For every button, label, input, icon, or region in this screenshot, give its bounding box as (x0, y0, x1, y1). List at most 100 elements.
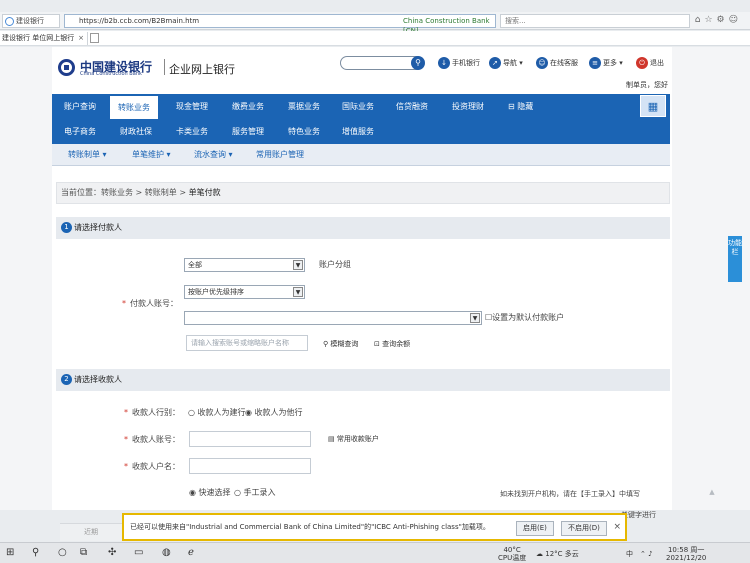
ie-icon (5, 17, 14, 26)
edge-icon[interactable]: ◍ (162, 547, 171, 558)
quick-navigation[interactable]: ➚ 导航 ▾ (489, 57, 523, 69)
nav-hide[interactable]: ⊟ 隐藏 (500, 94, 541, 119)
close-icon[interactable]: × (78, 32, 84, 45)
nav-credit[interactable]: 信贷融资 (388, 94, 436, 119)
menu-icon: ≡ (589, 57, 601, 69)
payer-account-select[interactable]: ▼ (184, 311, 482, 325)
power-icon: ⏻ (636, 57, 648, 69)
nav-service-mgmt[interactable]: 服务管理 (224, 119, 272, 144)
quick-mobile-bank[interactable]: ↓ 手机银行 (438, 57, 480, 69)
nav-finance-social[interactable]: 财政社保 (112, 119, 160, 144)
home-icon[interactable]: ⌂ (695, 15, 705, 25)
smiley-icon[interactable]: ☺ (729, 15, 742, 25)
payee-account-input[interactable] (189, 431, 311, 447)
fuzzy-search-link[interactable]: ⚲ 模糊查询 (323, 339, 358, 349)
branch-hint: 如未找到开户机构，请在【手工录入】中填写 (500, 490, 640, 498)
task-view-icon[interactable]: ⧉ (80, 547, 87, 558)
chevron-down-icon: ▼ (293, 260, 303, 270)
weather[interactable]: ☁ 12°C 多云 (536, 550, 579, 558)
section-payee-header: 2 请选择收款人 (56, 369, 670, 391)
account-group-select[interactable]: 全部 ▼ (184, 258, 305, 272)
logout-button[interactable]: ⏻ 退出 (636, 57, 664, 69)
nav-bills[interactable]: 票据业务 (280, 94, 328, 119)
explorer-icon[interactable]: ▭ (134, 547, 143, 558)
logo-divider (164, 59, 165, 75)
site-label: 建设银行 (16, 17, 44, 25)
logo-en: China Construction Bank (80, 71, 142, 77)
ccb-logo-icon (58, 59, 75, 76)
page-area: 中国建设银行 China Construction Bank 企业网上银行 ⚲ … (0, 47, 750, 519)
main-nav: 账户查询 转账业务 现金管理 缴费业务 票据业务 国际业务 信贷融资 投资理财 … (52, 94, 670, 119)
nav-special[interactable]: 特色业务 (280, 119, 328, 144)
star-icon[interactable]: ☆ (704, 15, 716, 25)
search-icon[interactable]: ⚲ (411, 56, 425, 70)
nav-transfer[interactable]: 转账业务 (110, 96, 158, 119)
new-tab-icon[interactable] (90, 33, 99, 43)
nav-ecommerce[interactable]: 电子商务 (56, 119, 104, 144)
addon-notification-bar: 已经可以使用来自"Industrial and Commercial Bank … (122, 513, 627, 541)
grid-menu-icon[interactable]: ▦ (640, 95, 666, 117)
radio-payee-other-bank[interactable]: ◉ 收款人为他行 (245, 407, 303, 418)
toolbar-icons: ⌂☆⚙☺ (695, 15, 742, 25)
nav-cards[interactable]: 卡类业务 (168, 119, 216, 144)
account-filter-input[interactable]: 请输入搜索账号或缩略账户名称 (186, 335, 308, 351)
nav-single-maintain[interactable]: 单笔维护 ▾ (132, 144, 171, 166)
browser-tab[interactable]: 建设银行 单位网上银行 × (0, 32, 88, 45)
search-icon[interactable]: ⚲ (32, 547, 39, 558)
common-payee-link[interactable]: ▤ 常用收款账户 (328, 434, 379, 444)
nav-international[interactable]: 国际业务 (334, 94, 382, 119)
taskbar: ⊞ ⚲ ○ ⧉ ✣ ▭ ◍ ℯ 40°C CPU温度 ☁ 12°C 多云 中 ⌃ … (0, 542, 750, 563)
back-to-top-icon[interactable]: ▲ (700, 488, 724, 508)
enable-button[interactable]: 启用(E) (516, 521, 554, 536)
quick-online-service[interactable]: ☺ 在线客服 (536, 57, 578, 69)
address-book-icon: ▤ (328, 435, 337, 443)
site-search-input[interactable]: ⚲ (340, 56, 425, 70)
nav-account-query[interactable]: 账户查询 (56, 94, 104, 119)
phone-icon: ↓ (438, 57, 450, 69)
gear-icon[interactable]: ⚙ (717, 15, 729, 25)
nav-cash-mgmt[interactable]: 现金管理 (168, 94, 216, 119)
nav-flow-query[interactable]: 流水查询 ▾ (194, 144, 233, 166)
balance-query-link[interactable]: ⊡ 查询余额 (374, 339, 410, 349)
chevron-down-icon: ▼ (470, 313, 480, 323)
close-icon[interactable]: × (613, 522, 621, 532)
input-language[interactable]: 中 (626, 550, 633, 558)
windows-start-icon[interactable]: ⊞ (6, 547, 14, 558)
nav-payment[interactable]: 缴费业务 (224, 94, 272, 119)
url-field[interactable]: https://b2b.ccb.com/B2Bmain.htm China Co… (64, 14, 496, 35)
nav-transfer-create[interactable]: 转账制单 ▾ (68, 144, 107, 166)
sort-order-select[interactable]: 按账户优先级排序 ▼ (184, 285, 305, 299)
tab-title: 建设银行 单位网上银行 (2, 34, 75, 42)
product-name: 企业网上银行 (169, 63, 235, 76)
step-number: 1 (61, 222, 72, 233)
certificate-badge[interactable]: China Construction Bank [CN] (393, 16, 495, 35)
compass-icon: ➚ (489, 57, 501, 69)
app-icon[interactable]: ✣ (108, 547, 116, 558)
radio-payee-ccb[interactable]: ○ 收款人为建行 (188, 407, 246, 418)
step-number: 2 (61, 374, 72, 385)
clock[interactable]: 10:58 周一 2021/12/20 (666, 546, 706, 562)
nav-common-accounts[interactable]: 常用账户管理 (256, 144, 304, 166)
function-bar-tab[interactable]: 功能栏 (728, 236, 742, 282)
site-favorite-chip[interactable]: 建设银行 (2, 14, 60, 28)
payer-account-label: * 付款人账号： (122, 299, 178, 308)
url-text: https://b2b.ccb.com/B2Bmain.htm (79, 17, 200, 25)
radio-manual-entry[interactable]: ○ 手工录入 (234, 487, 276, 498)
lower-strip: 近期 (60, 523, 122, 541)
breadcrumb-current: 单笔付款 (188, 188, 221, 197)
ie-icon[interactable]: ℯ (188, 547, 194, 558)
nav-value-added[interactable]: 增值服务 (334, 119, 382, 144)
nav-invest[interactable]: 投资理财 (444, 94, 492, 119)
default-account-checkbox[interactable]: ☐设置为默认付款账户 (485, 312, 564, 323)
radio-icon: ○ (234, 488, 244, 497)
browser-search-input[interactable]: 搜索... (500, 14, 690, 28)
chevron-down-icon: ▼ (293, 287, 303, 297)
cortana-icon[interactable]: ○ (58, 547, 67, 558)
quick-more[interactable]: ≡ 更多 ▾ (589, 57, 623, 69)
payee-name-input[interactable] (189, 458, 311, 474)
disable-button[interactable]: 不启用(D) (561, 521, 607, 536)
notification-text: 已经可以使用来自"Industrial and Commercial Bank … (130, 523, 490, 531)
radio-quick-select[interactable]: ◉ 快速选择 (189, 487, 231, 498)
account-group-label: 账户分组 (319, 260, 351, 269)
tray-icons[interactable]: ⌃ ♪ (640, 550, 653, 558)
